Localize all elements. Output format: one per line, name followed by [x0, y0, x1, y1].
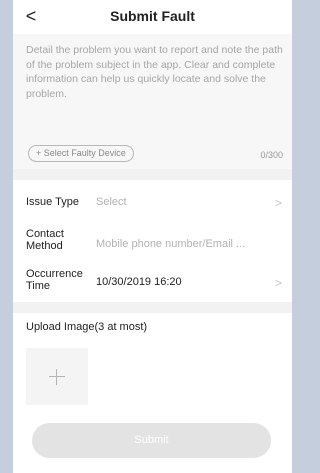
issue-type-value: Select — [96, 196, 127, 208]
issue-type-label: Issue Type — [26, 196, 79, 208]
contact-method-row[interactable]: Contact Method Mobile phone number/Email… — [13, 221, 292, 261]
occurrence-time-value: 10/30/2019 16:20 — [96, 276, 182, 288]
issue-type-row[interactable]: Issue Type Select > — [13, 180, 292, 221]
description-placeholder: Detail the problem you want to report an… — [26, 44, 283, 100]
section-divider — [13, 169, 292, 180]
plus-icon — [56, 369, 57, 385]
occurrence-time-row[interactable]: Occurrence Time 10/30/2019 16:20 > — [13, 261, 292, 300]
occurrence-time-label: Occurrence Time — [26, 268, 83, 292]
select-faulty-device-button[interactable]: + Select Faulty Device — [28, 145, 134, 162]
page-title: Submit Fault — [110, 8, 195, 24]
section-divider — [13, 302, 292, 313]
character-counter: 0/300 — [260, 150, 283, 160]
plus-icon — [49, 376, 65, 377]
problem-description-field[interactable]: Detail the problem you want to report an… — [13, 34, 292, 169]
submit-fault-screen: < Submit Fault Detail the problem you wa… — [13, 0, 292, 473]
upload-image-title: Upload Image(3 at most) — [26, 321, 148, 333]
chevron-right-icon: > — [274, 196, 282, 210]
submit-button[interactable]: Submit — [32, 423, 271, 458]
contact-method-label: Contact Method — [26, 228, 64, 252]
top-bar: < Submit Fault — [13, 0, 292, 34]
contact-method-input[interactable]: Mobile phone number/Email ... — [96, 238, 245, 250]
chevron-right-icon: > — [274, 276, 282, 290]
add-image-button[interactable] — [26, 348, 88, 405]
